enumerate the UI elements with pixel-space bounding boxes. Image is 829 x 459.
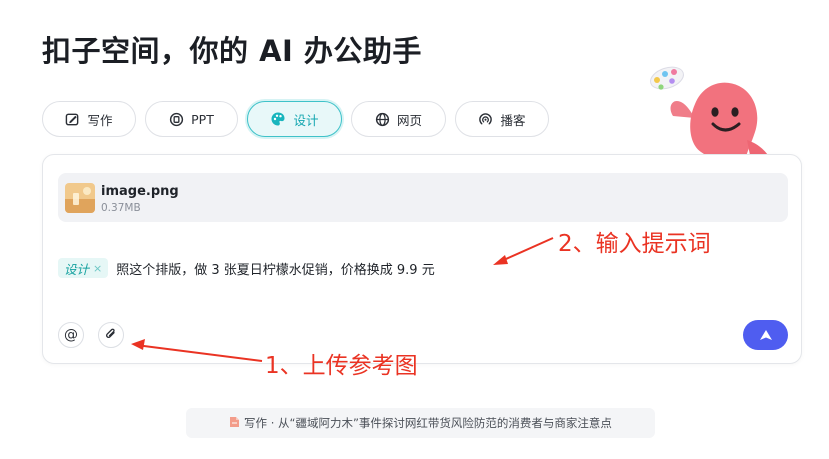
image-thumbnail <box>65 183 95 213</box>
design-chip-label: 设计 <box>64 261 90 277</box>
design-mode-chip[interactable]: 设计 × <box>58 258 109 278</box>
document-icon <box>229 416 240 431</box>
tab-podcast-label: 播客 <box>500 112 526 128</box>
attachment-card[interactable]: image.png 0.37MB <box>58 173 788 222</box>
tab-writing[interactable]: 写作 <box>42 101 136 137</box>
mention-button[interactable]: @ <box>58 322 84 348</box>
tab-writing-label: 写作 <box>87 112 113 128</box>
tab-webpage-label: 网页 <box>396 112 422 128</box>
at-icon: @ <box>64 327 78 343</box>
chip-close-icon[interactable]: × <box>93 262 102 275</box>
send-arrow-icon <box>759 326 773 345</box>
tab-design-label: 设计 <box>293 112 319 128</box>
tab-ppt[interactable]: PPT <box>145 101 238 137</box>
palette-icon <box>270 111 286 127</box>
paperclip-icon <box>104 326 118 345</box>
paint-palette-icon <box>650 66 684 90</box>
page-title: 扣子空间，你的 AI 办公助手 <box>42 34 422 68</box>
pen-icon <box>65 112 80 127</box>
attachment-filename: image.png <box>101 184 179 199</box>
attachment-size: 0.37MB <box>101 202 141 214</box>
mode-tabs: 写作 PPT 设计 网页 播客 <box>42 101 549 137</box>
suggestion-chip[interactable]: 写作 · 从“疆域阿力木”事件探讨网红带货风险防范的消费者与商家注意点 <box>186 408 655 438</box>
tab-podcast[interactable]: 播客 <box>455 101 549 137</box>
annotation-step-1: 1、上传参考图 <box>265 353 418 379</box>
tab-design[interactable]: 设计 <box>247 101 342 137</box>
attach-button[interactable] <box>98 322 124 348</box>
slides-icon <box>169 112 184 127</box>
send-button[interactable] <box>743 320 788 350</box>
mascot-image <box>643 60 783 162</box>
globe-icon <box>375 112 390 127</box>
tab-webpage[interactable]: 网页 <box>351 101 446 137</box>
prompt-input[interactable]: 设计 × 照这个排版，做 3 张夏日柠檬水促销，价格换成 9.9 元 <box>58 258 435 278</box>
annotation-step-2: 2、输入提示词 <box>558 231 711 257</box>
prompt-text: 照这个排版，做 3 张夏日柠檬水促销，价格换成 9.9 元 <box>116 262 435 278</box>
podcast-icon <box>478 112 493 127</box>
composer-card: image.png 0.37MB 设计 × 照这个排版，做 3 张夏日柠檬水促销… <box>42 154 802 364</box>
suggestion-text: 写作 · 从“疆域阿力木”事件探讨网红带货风险防范的消费者与商家注意点 <box>244 416 612 430</box>
tab-ppt-label: PPT <box>191 111 214 127</box>
